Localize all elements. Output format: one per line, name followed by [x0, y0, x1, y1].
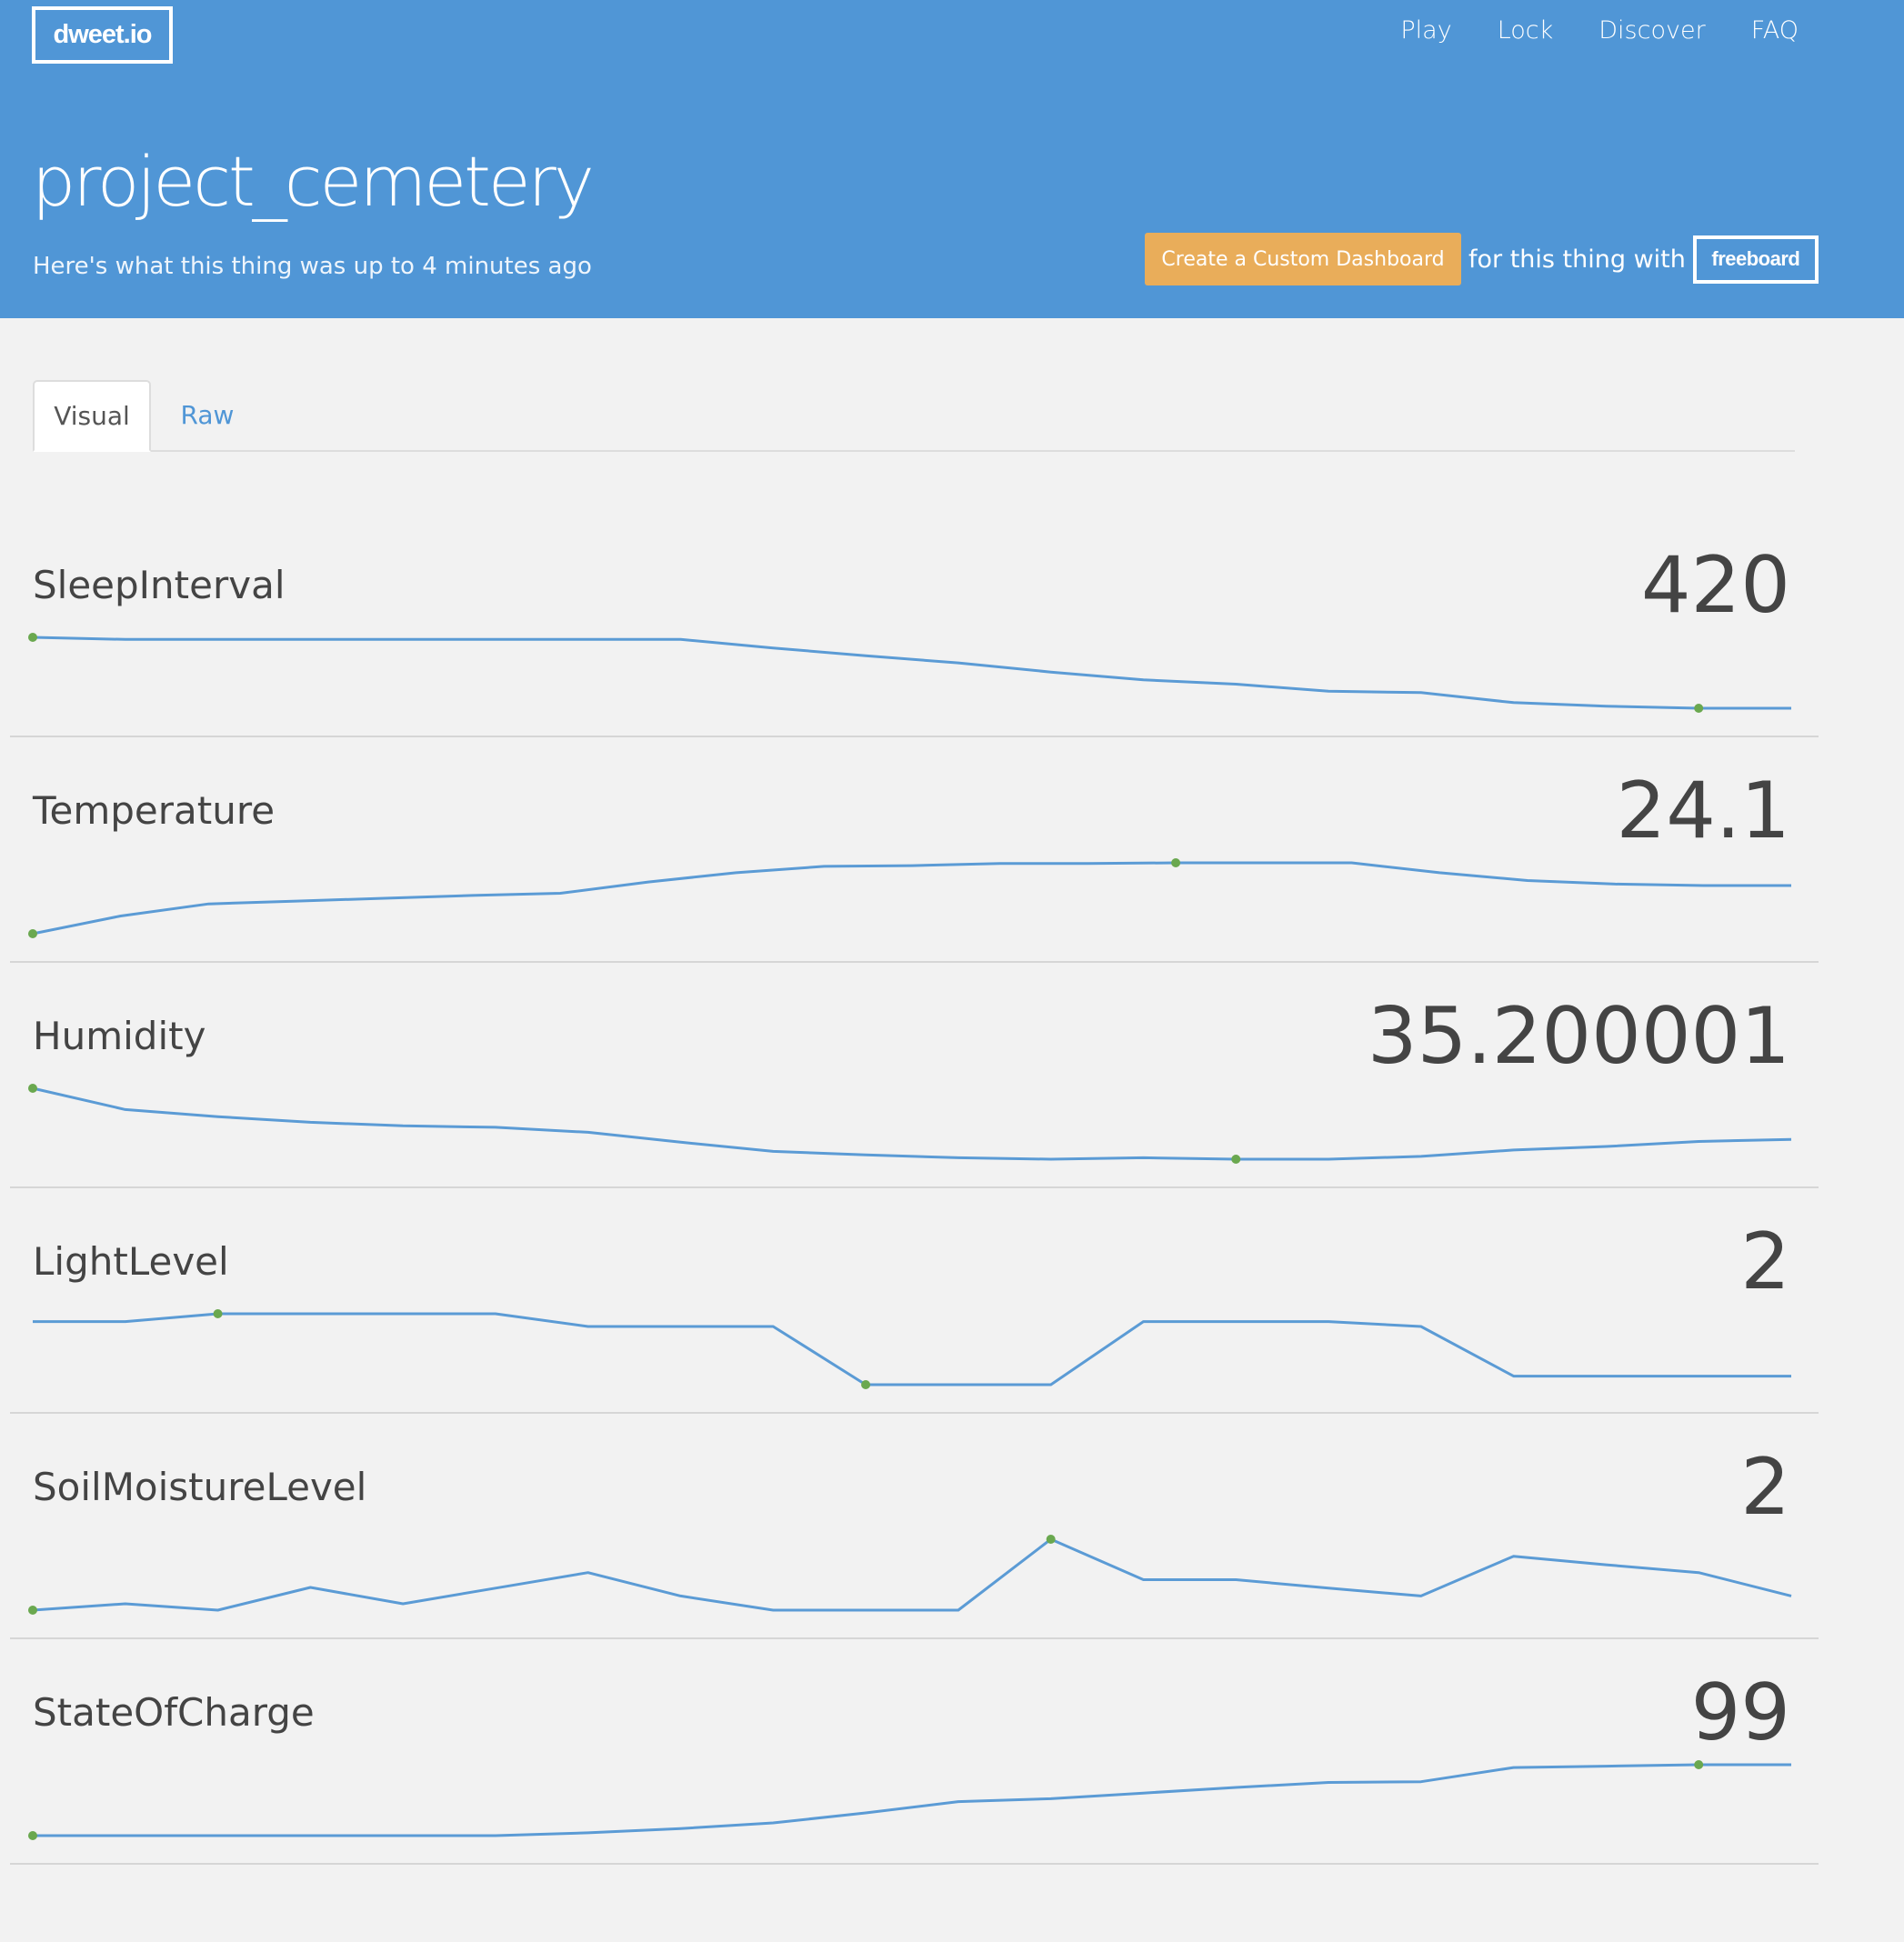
metric-name: SoilMoistureLevel [33, 1465, 367, 1509]
metric-value: 2 [1740, 1442, 1790, 1533]
metric-value: 420 [1640, 540, 1790, 631]
metric-name: Humidity [33, 1014, 206, 1058]
row-divider [10, 1637, 1819, 1639]
row-divider [10, 736, 1819, 737]
sparkline-point [1046, 1535, 1056, 1544]
metric-row: SoilMoistureLevel 2 [0, 1416, 1904, 1641]
tab-visual[interactable]: Visual [33, 380, 151, 452]
metrics-list: SleepInterval 420 Temperature 24.1 Humid… [0, 514, 1904, 1867]
sparkline-line [32, 1086, 1792, 1161]
sparkline-chart [28, 1760, 1791, 1840]
sparkline-point [1171, 858, 1181, 867]
metric-row: StateOfCharge 99 [0, 1641, 1904, 1867]
sparkline-point [28, 633, 37, 642]
metric-row: Humidity 35.200001 [0, 965, 1904, 1190]
page-header: dweet.io Play Lock Discover FAQ project_… [0, 0, 1904, 318]
sparkline-chart [28, 1535, 1792, 1615]
sparkline-point [28, 1606, 37, 1615]
sparkline-chart [28, 1084, 1792, 1164]
sparkline-line [32, 636, 1791, 710]
dashboard-text: for this thing with [1468, 245, 1686, 274]
row-divider [10, 961, 1819, 963]
metric-value: 2 [1740, 1216, 1790, 1307]
sparkline-point [28, 1831, 37, 1840]
sparkline-point [1694, 704, 1704, 713]
sparkline-chart [33, 1309, 1791, 1389]
metric-row: SleepInterval 420 [0, 514, 1904, 739]
metric-row: Temperature 24.1 [0, 739, 1904, 965]
row-divider [10, 1863, 1819, 1865]
sparkline-point [213, 1309, 223, 1318]
sparkline-point [1231, 1155, 1241, 1164]
sparkline-chart [28, 858, 1791, 938]
nav-play[interactable]: Play [1400, 16, 1451, 45]
metric-name: SleepInterval [33, 563, 286, 607]
sparkline-point [28, 929, 37, 938]
dweet-logo[interactable]: dweet.io [32, 6, 173, 64]
sparkline-line [33, 1763, 1791, 1837]
sparkline-point [28, 1084, 37, 1093]
metric-name: Temperature [33, 788, 276, 833]
metric-name: LightLevel [33, 1239, 229, 1284]
row-divider [10, 1186, 1819, 1188]
metric-value: 24.1 [1616, 766, 1790, 856]
sparkline-line [32, 1537, 1792, 1612]
sparkline-chart [28, 633, 1791, 713]
metric-value: 35.200001 [1367, 991, 1790, 1082]
sparkline-line [32, 861, 1791, 936]
row-divider [10, 1412, 1819, 1414]
page-title: project_cemetery [32, 141, 595, 222]
page-subtitle: Here's what this thing was up to 4 minut… [33, 253, 592, 280]
metric-name: StateOfCharge [33, 1690, 315, 1735]
nav-lock[interactable]: Lock [1498, 16, 1554, 45]
sparkline-line [33, 1312, 1791, 1386]
create-dashboard-button[interactable]: Create a Custom Dashboard [1145, 233, 1461, 285]
dashboard-row: Create a Custom Dashboard for this thing… [1145, 233, 1819, 285]
view-tabs: Visual Raw [33, 380, 1795, 452]
nav-discover[interactable]: Discover [1598, 16, 1705, 45]
metric-row: LightLevel 2 [0, 1190, 1904, 1416]
nav-faq[interactable]: FAQ [1751, 16, 1799, 45]
metric-value: 99 [1690, 1667, 1790, 1758]
sparkline-point [1694, 1760, 1704, 1769]
tab-raw[interactable]: Raw [171, 380, 244, 450]
top-nav: Play Lock Discover FAQ [1400, 16, 1799, 45]
freeboard-button[interactable]: freeboard [1692, 235, 1819, 284]
sparkline-point [861, 1380, 871, 1389]
